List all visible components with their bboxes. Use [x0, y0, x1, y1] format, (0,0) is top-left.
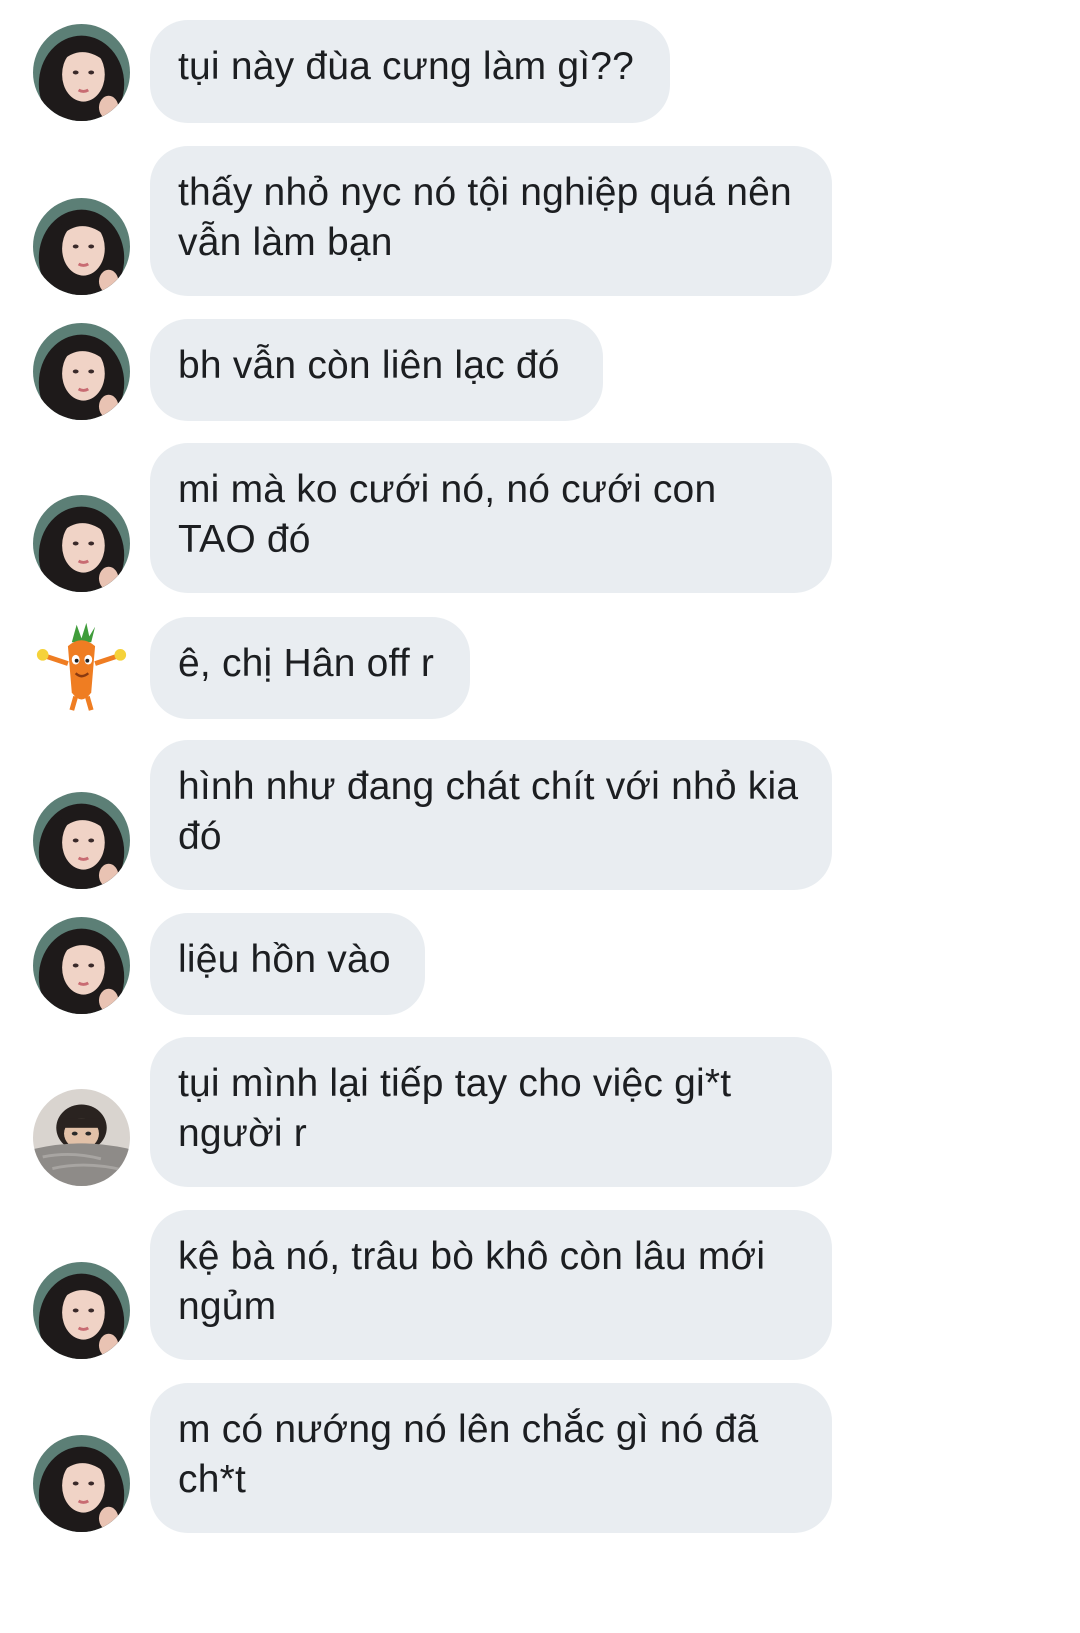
message-bubble[interactable]: mi mà ko cưới nó, nó cưới con TAO đó [150, 443, 832, 593]
message-bubble[interactable]: liệu hồn vào [150, 913, 425, 1015]
message-bubble[interactable]: thấy nhỏ nyc nó tội nghiệp quá nên vẫn l… [150, 146, 832, 296]
message-bubble[interactable]: tụi này đùa cưng làm gì?? [150, 20, 670, 123]
message-text: thấy nhỏ nyc nó tội nghiệp quá nên vẫn l… [178, 171, 792, 264]
avatar-girl[interactable] [33, 1262, 130, 1359]
message-text: ê, chị Hân off r [178, 642, 435, 685]
avatar-girl[interactable] [33, 1435, 130, 1532]
avatar-carrot[interactable] [33, 617, 130, 714]
message-text: kệ bà nó, trâu bò khô còn lâu mới ngủm [178, 1235, 766, 1328]
message-bubble[interactable]: kệ bà nó, trâu bò khô còn lâu mới ngủm [150, 1210, 832, 1360]
message-text: hình như đang chát chít với nhỏ kia đó [178, 765, 799, 858]
message-bubble[interactable]: m có nướng nó lên chắc gì nó đã ch*t [150, 1383, 832, 1533]
message-text: tụi mình lại tiếp tay cho việc gi*t ngườ… [178, 1062, 732, 1155]
avatar-girl[interactable] [33, 792, 130, 889]
message-bubble[interactable]: tụi mình lại tiếp tay cho việc gi*t ngườ… [150, 1037, 832, 1187]
message-text: tụi này đùa cưng làm gì?? [178, 45, 635, 88]
message-text: m có nướng nó lên chắc gì nó đã ch*t [178, 1408, 759, 1501]
avatar-girl[interactable] [33, 495, 130, 592]
message-bubble[interactable]: bh vẫn còn liên lạc đó [150, 319, 603, 421]
avatar-boy[interactable] [33, 1089, 130, 1186]
avatar-girl[interactable] [33, 917, 130, 1014]
message-text: liệu hồn vào [178, 938, 391, 981]
message-text: bh vẫn còn liên lạc đó [178, 344, 560, 387]
avatar-girl[interactable] [33, 24, 130, 121]
message-bubble[interactable]: hình như đang chát chít với nhỏ kia đó [150, 740, 832, 890]
message-bubble[interactable]: ê, chị Hân off r [150, 617, 470, 719]
avatar-girl[interactable] [33, 198, 130, 295]
avatar-girl[interactable] [33, 323, 130, 420]
message-text: mi mà ko cưới nó, nó cưới con TAO đó [178, 468, 717, 561]
